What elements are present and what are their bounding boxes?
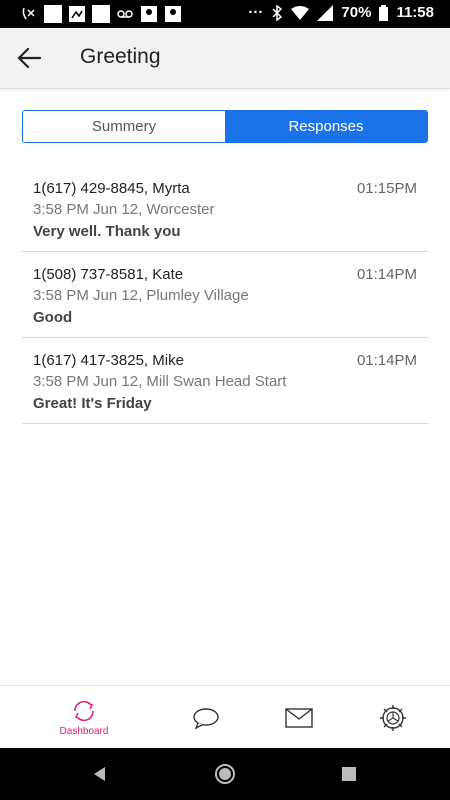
voicemail-icon xyxy=(117,10,133,18)
notification-icons xyxy=(20,5,182,23)
home-circle-icon xyxy=(215,764,235,784)
signal-icon xyxy=(317,4,334,21)
notification-square-icon xyxy=(92,5,110,23)
response-time: 01:15PM xyxy=(356,180,417,197)
square-recents-icon xyxy=(342,767,356,781)
sent-info: 3:58 PM Jun 12, Plumley Village xyxy=(33,287,249,304)
nav-settings[interactable] xyxy=(337,686,449,749)
list-item[interactable]: 1(617) 417-3825, Mike 01:14PM 3:58 PM Ju… xyxy=(22,338,428,424)
contact-label: 1(508) 737-8581, Kate xyxy=(33,266,184,283)
sent-info: 3:58 PM Jun 12, Worcester xyxy=(33,201,215,218)
response-time: 01:14PM xyxy=(356,352,417,369)
refresh-icon xyxy=(74,700,94,722)
system-back-button[interactable] xyxy=(86,760,114,788)
missed-call-icon xyxy=(22,7,35,20)
battery-icon xyxy=(379,4,389,21)
tab-responses[interactable]: Responses xyxy=(225,111,427,142)
wifi-icon xyxy=(291,5,310,20)
response-message: Good xyxy=(33,309,73,326)
notification-square-icon xyxy=(44,5,62,23)
mail-icon xyxy=(285,707,313,728)
tab-summary[interactable]: Summery xyxy=(23,111,225,142)
system-recents-button[interactable] xyxy=(335,760,363,788)
system-nav-bar xyxy=(0,748,450,800)
contact-label: 1(617) 417-3825, Mike xyxy=(33,352,184,369)
arrow-left-icon xyxy=(17,47,42,69)
chat-bubble-icon xyxy=(193,707,219,729)
sent-info: 3:58 PM Jun 12, Mill Swan Head Start xyxy=(33,373,287,390)
bottom-nav: Dashboard xyxy=(0,685,450,749)
battery-percent: 70% xyxy=(341,4,372,21)
more-icon: ··· xyxy=(248,4,264,21)
triangle-back-icon xyxy=(94,767,105,781)
map-icon xyxy=(165,6,181,22)
map-icon xyxy=(141,6,157,22)
system-status: ··· 70% 11:58 xyxy=(248,4,434,21)
image-notification-icon xyxy=(69,6,85,22)
contact-label: 1(617) 429-8845, Myrta xyxy=(33,180,190,197)
response-time: 01:14PM xyxy=(356,266,417,283)
responses-list: 1(617) 429-8845, Myrta 01:15PM 3:58 PM J… xyxy=(22,166,428,424)
back-button[interactable] xyxy=(14,42,48,74)
response-message: Very well. Thank you xyxy=(33,223,181,240)
clock: 11:58 xyxy=(396,4,434,21)
bluetooth-icon xyxy=(272,4,283,21)
list-item[interactable]: 1(508) 737-8581, Kate 01:14PM 3:58 PM Ju… xyxy=(22,252,428,338)
system-home-button[interactable] xyxy=(211,760,239,788)
response-message: Great! It's Friday xyxy=(33,395,152,412)
list-item[interactable]: 1(617) 429-8845, Myrta 01:15PM 3:58 PM J… xyxy=(22,166,428,252)
nav-dashboard[interactable]: Dashboard xyxy=(28,686,140,749)
page-title: Greeting xyxy=(80,45,161,68)
nav-dashboard-label: Dashboard xyxy=(59,726,109,737)
app-bar: Greeting xyxy=(0,28,450,89)
segmented-control: Summery Responses xyxy=(22,110,428,143)
gear-icon xyxy=(380,704,406,731)
status-bar: ··· 70% 11:58 xyxy=(0,0,450,28)
